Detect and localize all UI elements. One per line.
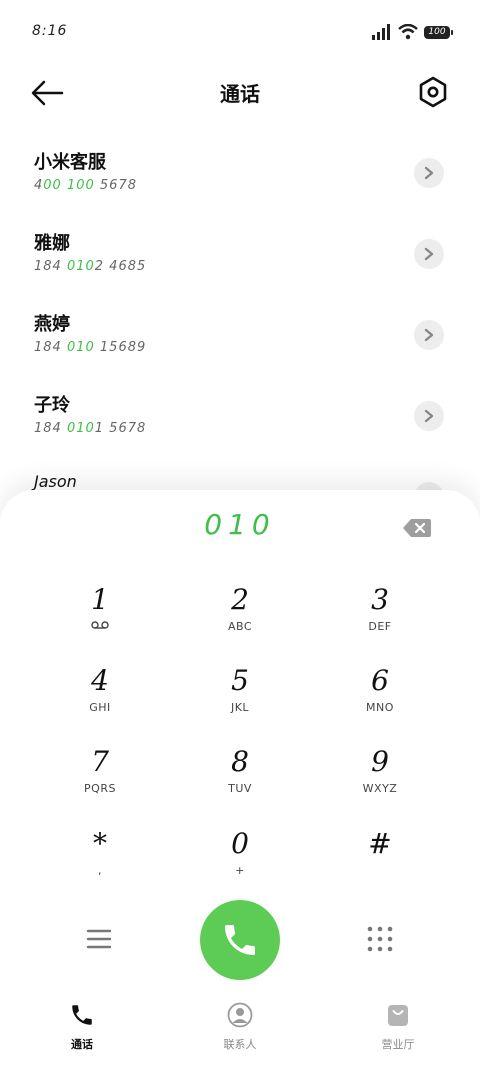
- page-title: 通话: [220, 82, 260, 106]
- key-letters: JKL: [230, 701, 250, 714]
- key-digit: 8: [231, 745, 249, 778]
- contact-item[interactable]: 燕婷 184 010 15689: [0, 302, 480, 383]
- tab-label: 营业厅: [381, 1038, 415, 1051]
- status-time: 8:16: [32, 23, 68, 39]
- key-4[interactable]: 4 GHI: [30, 663, 170, 741]
- key-digit: 1: [91, 583, 109, 616]
- contact-item[interactable]: 子玲 184 0101 5678: [0, 383, 480, 464]
- key-letters: PQRS: [84, 782, 116, 795]
- phone-suffix: 2 4685: [94, 259, 147, 274]
- phone-icon: [72, 1005, 92, 1025]
- tab-calls[interactable]: 通话: [22, 1002, 142, 1052]
- chevron-right-icon[interactable]: [414, 158, 444, 188]
- battery-indicator: 100: [424, 25, 453, 39]
- contact-name: 雅娜: [34, 233, 70, 254]
- contact-phone: 184 010 15689: [34, 340, 146, 355]
- key-digit: 0: [231, 827, 249, 860]
- contact-item[interactable]: 小米客服 400 100 5678: [0, 140, 480, 221]
- contact-name: Jason: [34, 472, 77, 491]
- call-button[interactable]: [200, 900, 280, 980]
- phone-suffix: 15689: [94, 340, 147, 355]
- contact-name: 子玲: [34, 395, 70, 416]
- status-icons: 100: [372, 24, 453, 40]
- chevron-right-icon[interactable]: [414, 401, 444, 431]
- key-digit: 5: [231, 664, 249, 697]
- key-0[interactable]: 0 +: [170, 826, 310, 904]
- key-9[interactable]: 9 WXYZ: [310, 744, 450, 822]
- key-letters: GHI: [89, 701, 111, 714]
- wifi-icon: [398, 24, 418, 40]
- phone-match: 00 100: [43, 178, 95, 193]
- backspace-icon[interactable]: [402, 518, 432, 538]
- dialpad-icon[interactable]: [367, 926, 393, 952]
- key-digit: 2: [231, 583, 249, 616]
- tab-label: 联系人: [223, 1038, 257, 1051]
- tab-label: 通话: [71, 1038, 93, 1051]
- bottom-tab-bar: 通话 联系人 营业厅: [0, 992, 480, 1067]
- key-8[interactable]: 8 TUV: [170, 744, 310, 822]
- signal-icon: [372, 24, 390, 40]
- key-digit: 6: [371, 664, 389, 697]
- chevron-right-icon[interactable]: [414, 239, 444, 269]
- key-2[interactable]: 2 ABC: [170, 582, 310, 660]
- key-letters: WXYZ: [362, 782, 398, 795]
- phone-prefix: 184: [34, 259, 67, 274]
- phone-suffix: 1 5678: [94, 421, 147, 436]
- contacts-list: 小米客服 400 100 5678 雅娜 184 0102 4685 燕婷 18…: [0, 140, 480, 545]
- shopping-bag-icon: [388, 1005, 408, 1026]
- key-digit: *: [93, 827, 107, 860]
- dialpad-sheet: 010 1 2 ABC 3 DEF 4 GHI 5 JKL 6 MNO 7 PQ…: [0, 490, 480, 1067]
- tab-service-hall[interactable]: 营业厅: [338, 1002, 458, 1052]
- voicemail-icon: [30, 620, 170, 634]
- key-digit: 7: [91, 745, 109, 778]
- key-letters: ,: [98, 864, 102, 877]
- key-digit: #: [368, 827, 392, 860]
- phone-icon: [225, 925, 255, 955]
- key-3[interactable]: 3 DEF: [310, 582, 450, 660]
- key-1[interactable]: 1: [30, 582, 170, 660]
- contact-item[interactable]: 雅娜 184 0102 4685: [0, 221, 480, 302]
- key-6[interactable]: 6 MNO: [310, 663, 450, 741]
- phone-match: 010: [66, 340, 95, 355]
- key-letters: ABC: [227, 620, 253, 633]
- person-icon: [227, 1002, 253, 1028]
- key-digit: 3: [371, 583, 389, 616]
- action-row: [0, 898, 480, 982]
- key-letters: [310, 864, 450, 878]
- chevron-right-icon[interactable]: [414, 320, 444, 350]
- contact-phone: 184 0102 4685: [34, 259, 146, 274]
- phone-prefix: 184: [34, 340, 67, 355]
- phone-prefix: 184: [34, 421, 67, 436]
- key-7[interactable]: 7 PQRS: [30, 744, 170, 822]
- key-letters: DEF: [368, 620, 392, 633]
- key-5[interactable]: 5 JKL: [170, 663, 310, 741]
- key-digit: 4: [91, 664, 109, 697]
- header: 通话: [0, 66, 480, 122]
- key-letters: +: [235, 864, 245, 877]
- phone-match: 010: [66, 259, 95, 274]
- contact-name: 小米客服: [34, 152, 106, 173]
- status-bar: 8:16 100: [0, 0, 480, 66]
- key-star[interactable]: * ,: [30, 826, 170, 904]
- key-digit: 9: [371, 745, 389, 778]
- settings-icon[interactable]: [418, 76, 448, 108]
- phone-suffix: 5678: [94, 178, 137, 193]
- key-letters: TUV: [228, 782, 252, 795]
- contact-name: 燕婷: [34, 314, 70, 335]
- menu-icon[interactable]: [86, 928, 112, 950]
- contact-phone: 184 0101 5678: [34, 421, 146, 436]
- contact-phone: 400 100 5678: [34, 178, 137, 193]
- key-hash[interactable]: #: [310, 826, 450, 904]
- key-letters: MNO: [366, 701, 394, 714]
- phone-match: 010: [66, 421, 95, 436]
- phone-prefix: 4: [34, 178, 44, 193]
- tab-contacts[interactable]: 联系人: [180, 1002, 300, 1052]
